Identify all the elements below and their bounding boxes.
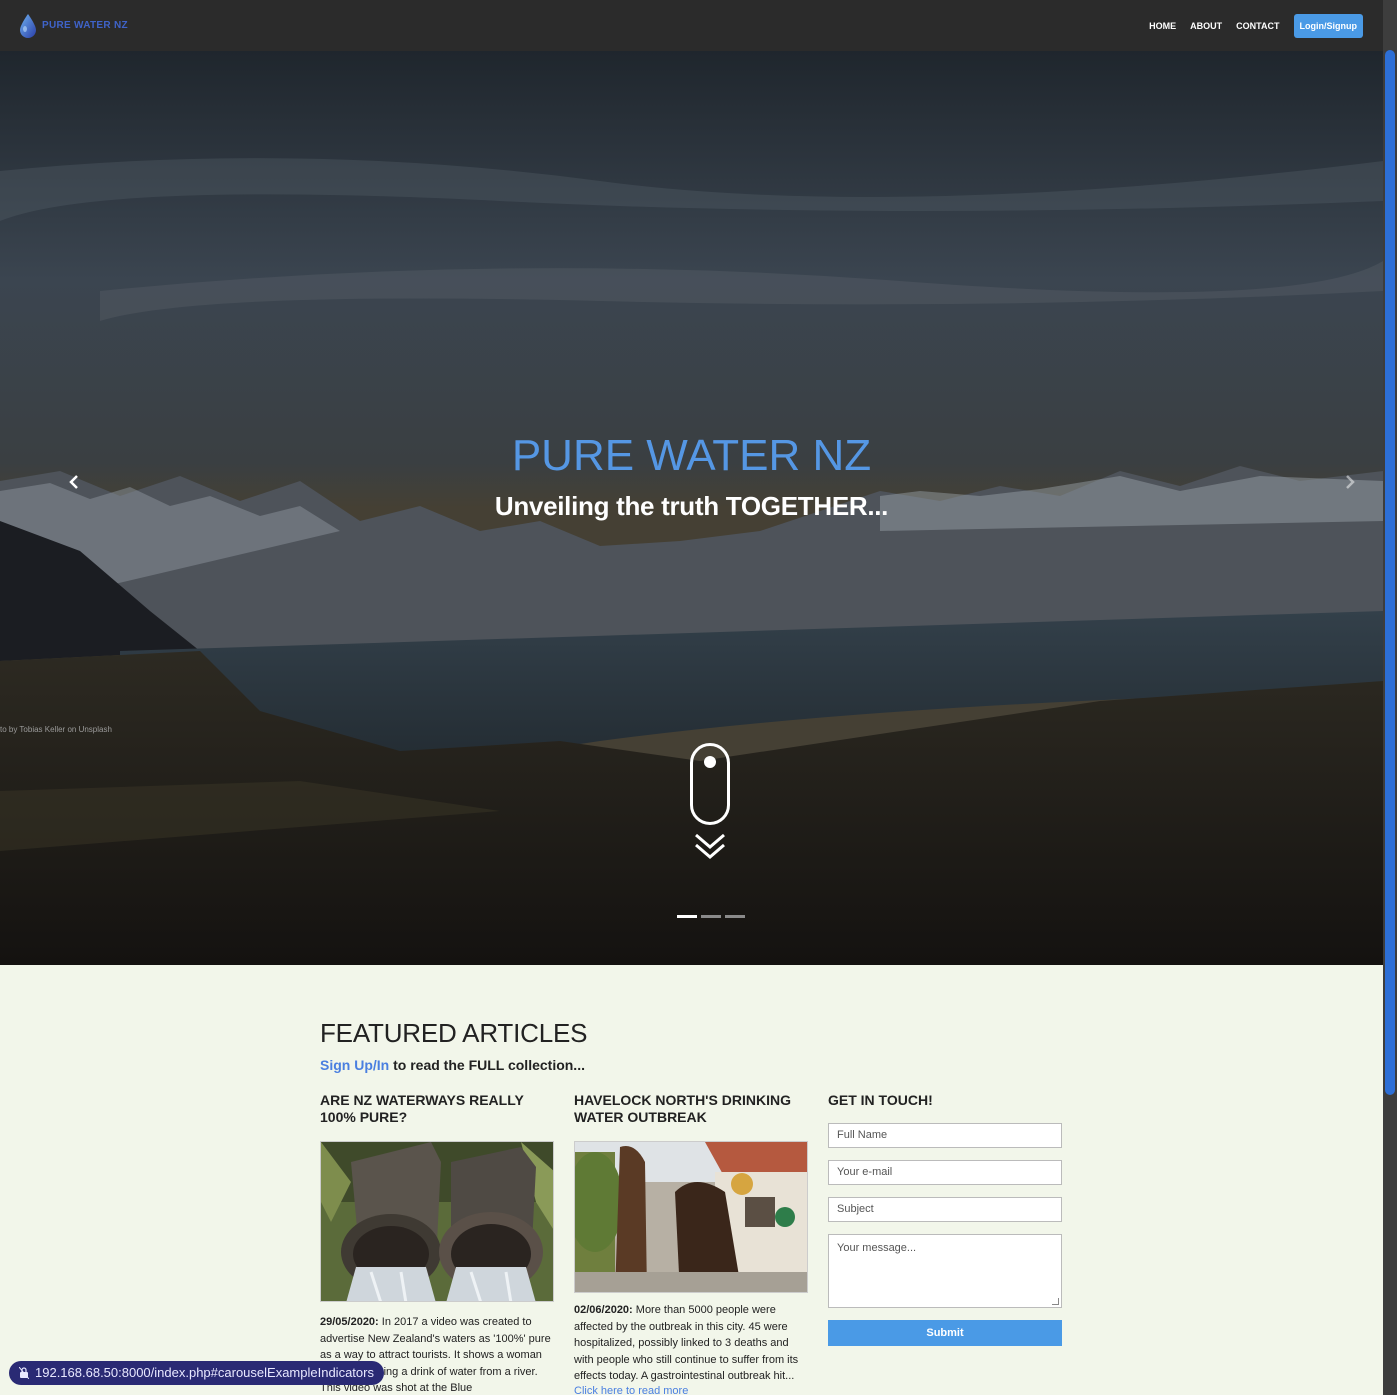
status-url: 192.168.68.50:8000/index.php#carouselExa… — [35, 1365, 374, 1380]
submit-button[interactable]: Submit — [828, 1320, 1062, 1346]
hero-carousel: PURE WATER NZ Unveiling the truth TOGETH… — [0, 51, 1383, 965]
double-chevron-down-icon[interactable] — [694, 831, 726, 863]
hero-subtitle: Unveiling the truth TOGETHER... — [494, 491, 889, 521]
read-more-link[interactable]: Click here to read more — [574, 1385, 808, 1395]
photo-credit: to by Tobias Keller on Unsplash — [0, 725, 112, 734]
mouse-scroll-icon[interactable] — [690, 743, 730, 825]
article-image-pipes[interactable] — [320, 1141, 554, 1302]
brand-logo[interactable]: PURE WATER NZ — [18, 13, 128, 39]
resize-handle-icon[interactable] — [1052, 1298, 1059, 1305]
chevron-right-icon[interactable] — [1342, 473, 1358, 493]
featured-section: FEATURED ARTICLES Sign Up/In to read the… — [320, 1018, 1070, 1395]
water-drop-icon — [20, 13, 36, 38]
mouse-wheel-dot — [704, 756, 716, 768]
hero-title: PURE WATER NZ — [511, 431, 872, 480]
chevron-left-icon[interactable] — [66, 473, 82, 493]
article-image-havelock[interactable] — [574, 1141, 808, 1293]
nav-about-link[interactable]: ABOUT — [1183, 21, 1229, 31]
article-date: 29/05/2020: — [320, 1316, 379, 1328]
article-card: ARE NZ WATERWAYS REALLY 100% PURE? 29/05… — [320, 1092, 554, 1395]
nav-contact-link[interactable]: CONTACT — [1229, 21, 1286, 31]
nav-home-link[interactable]: HOME — [1142, 21, 1183, 31]
carousel-indicator-2[interactable] — [701, 915, 721, 918]
article-card: HAVELOCK NORTH'S DRINKING WATER OUTBREAK — [574, 1092, 808, 1395]
signup-link[interactable]: Sign Up/In — [320, 1057, 389, 1073]
login-signup-button[interactable]: Login/Signup — [1293, 13, 1363, 38]
navbar: PURE WATER NZ HOME ABOUT CONTACT Login/S… — [0, 0, 1383, 51]
carousel-indicator-1[interactable] — [677, 915, 697, 918]
contact-title: GET IN TOUCH! — [828, 1092, 933, 1108]
link-status-bar: 192.168.68.50:8000/index.php#carouselExa… — [9, 1361, 384, 1385]
article-excerpt: 02/06/2020: More than 5000 people were a… — [574, 1302, 808, 1385]
contact-form-section: GET IN TOUCH! Full Name Your e-mail Subj… — [828, 1092, 1062, 1346]
article-title[interactable]: ARE NZ WATERWAYS REALLY 100% PURE? — [320, 1092, 554, 1126]
subject-input[interactable]: Subject — [828, 1197, 1062, 1222]
featured-subtitle: Sign Up/In to read the FULL collection..… — [320, 1057, 1070, 1073]
nav-menu: HOME ABOUT CONTACT Login/Signup — [1142, 13, 1365, 38]
insecure-lock-icon — [19, 1367, 29, 1379]
message-textarea[interactable]: Your message... — [828, 1234, 1062, 1308]
featured-title: FEATURED ARTICLES — [320, 1018, 588, 1048]
featured-subtitle-text: to read the FULL collection... — [389, 1057, 585, 1073]
carousel-indicator-3[interactable] — [725, 915, 745, 918]
article-title[interactable]: HAVELOCK NORTH'S DRINKING WATER OUTBREAK — [574, 1092, 808, 1126]
email-input[interactable]: Your e-mail — [828, 1160, 1062, 1185]
carousel-indicators — [677, 915, 745, 918]
contact-form: Full Name Your e-mail Subject Your messa… — [828, 1123, 1062, 1346]
full-name-input[interactable]: Full Name — [828, 1123, 1062, 1148]
message-placeholder: Your message... — [837, 1242, 917, 1254]
scrollbar-thumb[interactable] — [1385, 50, 1395, 1095]
brand-name: PURE WATER NZ — [42, 20, 128, 31]
article-date: 02/06/2020: — [574, 1304, 633, 1316]
